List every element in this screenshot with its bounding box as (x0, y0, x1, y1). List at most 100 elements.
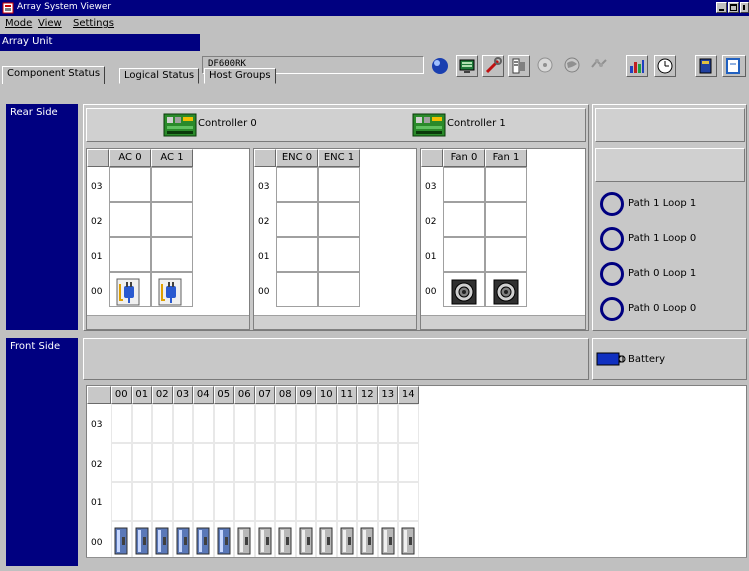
fan-cell (443, 202, 485, 237)
drive-slot[interactable] (377, 443, 398, 482)
drive-slot[interactable] (213, 404, 234, 443)
close-button[interactable] (740, 2, 749, 13)
network-icon (591, 59, 607, 68)
power-plug-icon[interactable] (158, 278, 182, 306)
hard-drive-icon[interactable] (114, 527, 128, 555)
minimize-button[interactable] (716, 2, 727, 13)
hard-drive-icon[interactable] (381, 527, 395, 555)
drive-slot[interactable] (275, 482, 296, 521)
controller-0-icon[interactable] (163, 112, 197, 138)
fan-icon[interactable] (451, 279, 477, 305)
hard-drive-icon[interactable] (217, 527, 231, 555)
drive-slot[interactable] (193, 404, 214, 443)
network-button[interactable] (589, 55, 611, 77)
drive-slot[interactable] (131, 443, 152, 482)
tab-component-status[interactable]: Component Status (2, 66, 106, 84)
drive-slot[interactable] (254, 482, 275, 521)
monitor-button[interactable] (456, 55, 478, 77)
power-plug-icon[interactable] (116, 278, 140, 306)
app-icon (2, 2, 14, 14)
drive-slot[interactable] (152, 482, 173, 521)
drive-slot[interactable] (254, 443, 275, 482)
chart-button[interactable] (626, 55, 648, 77)
hard-drive-icon[interactable] (135, 527, 149, 555)
drive-grid: 00 01 02 03 04 05 06 07 08 09 10 11 12 13 14 03 02 01 … (86, 385, 747, 565)
hard-drive-icon[interactable] (299, 527, 313, 555)
maintenance-button[interactable] (482, 55, 504, 77)
drive-slot[interactable] (254, 404, 275, 443)
drive-slot[interactable] (316, 404, 337, 443)
status-ball-icon[interactable] (430, 56, 450, 76)
hard-drive-icon[interactable] (319, 527, 333, 555)
ac-cell (109, 167, 151, 202)
hard-drive-icon[interactable] (401, 527, 415, 555)
window-title: Array System Viewer (17, 2, 112, 12)
clock-button[interactable] (654, 55, 676, 77)
disk-button[interactable] (535, 55, 557, 77)
hard-drive-icon[interactable] (237, 527, 251, 555)
drive-slot[interactable] (131, 404, 152, 443)
drive-slot[interactable] (111, 482, 132, 521)
maximize-button[interactable] (728, 2, 739, 13)
drive-slot[interactable] (234, 482, 255, 521)
drive-slot[interactable] (172, 404, 193, 443)
enc-cell (276, 272, 318, 307)
hard-drive-icon[interactable] (278, 527, 292, 555)
hard-drive-icon[interactable] (258, 527, 272, 555)
row-label: 00 (425, 287, 437, 297)
controller-1-icon[interactable] (412, 112, 446, 138)
drive-slot[interactable] (111, 404, 132, 443)
globe-button[interactable] (562, 55, 584, 77)
drive-slot[interactable] (295, 404, 316, 443)
drive-slot[interactable] (111, 443, 132, 482)
drive-slot[interactable] (398, 404, 419, 443)
tab-logical-status[interactable]: Logical Status (119, 68, 200, 84)
drive-slot[interactable] (213, 443, 234, 482)
drive-slot[interactable] (234, 443, 255, 482)
chart-icon (630, 60, 644, 73)
drive-slot[interactable] (193, 443, 214, 482)
drive-slot[interactable] (152, 404, 173, 443)
hard-drive-icon[interactable] (360, 527, 374, 555)
drive-slot[interactable] (316, 482, 337, 521)
book-button[interactable] (695, 55, 717, 77)
drive-slot[interactable] (316, 443, 337, 482)
menu-settings[interactable]: Settings (73, 18, 114, 29)
drive-slot[interactable] (336, 482, 357, 521)
drive-slot[interactable] (131, 482, 152, 521)
document-button[interactable] (722, 55, 746, 77)
tab-host-groups[interactable]: Host Groups (204, 68, 276, 84)
hard-drive-icon[interactable] (176, 527, 190, 555)
battery-label: Battery (628, 354, 666, 365)
hard-drive-icon[interactable] (155, 527, 169, 555)
drive-slot[interactable] (398, 443, 419, 482)
drive-slot[interactable] (295, 482, 316, 521)
drive-slot[interactable] (172, 443, 193, 482)
drive-slot[interactable] (398, 482, 419, 521)
drive-slot[interactable] (357, 482, 378, 521)
drive-grid-footer (86, 557, 747, 565)
path-ring-icon (600, 227, 624, 251)
drive-slot[interactable] (336, 404, 357, 443)
drive-slot[interactable] (152, 443, 173, 482)
drive-slot[interactable] (336, 443, 357, 482)
drive-slot[interactable] (234, 404, 255, 443)
drive-slot[interactable] (377, 404, 398, 443)
menu-view[interactable]: View (38, 18, 62, 29)
enc-cell (276, 202, 318, 237)
menu-mode[interactable]: Mode (5, 18, 32, 29)
drive-slot[interactable] (275, 404, 296, 443)
controller-spare-box (595, 108, 745, 142)
drive-slot[interactable] (377, 482, 398, 521)
drive-slot[interactable] (357, 404, 378, 443)
drive-slot[interactable] (213, 482, 234, 521)
config-button[interactable] (508, 55, 530, 77)
drive-slot[interactable] (357, 443, 378, 482)
hard-drive-icon[interactable] (340, 527, 354, 555)
fan-icon[interactable] (493, 279, 519, 305)
drive-slot[interactable] (275, 443, 296, 482)
drive-slot[interactable] (193, 482, 214, 521)
drive-slot[interactable] (295, 443, 316, 482)
drive-slot[interactable] (172, 482, 193, 521)
hard-drive-icon[interactable] (196, 527, 210, 555)
